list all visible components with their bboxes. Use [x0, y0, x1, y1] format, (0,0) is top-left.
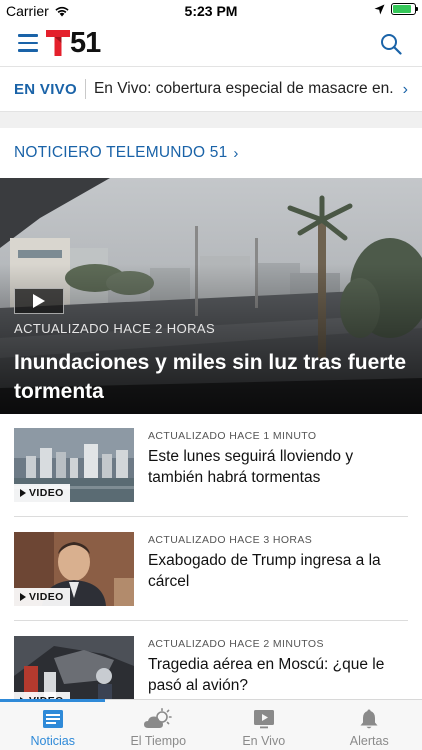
- list-item[interactable]: VIDEO ACTUALIZADO HACE 1 MINUTO Este lun…: [0, 414, 422, 518]
- play-icon: [33, 294, 45, 308]
- status-right: [374, 3, 418, 15]
- chevron-right-icon: ›: [233, 144, 239, 162]
- tab-alertas[interactable]: Alertas: [317, 700, 422, 750]
- tab-noticias[interactable]: Noticias: [0, 700, 106, 750]
- tab-label: El Tiempo: [130, 734, 187, 748]
- article-thumbnail: VIDEO: [14, 532, 134, 606]
- logo-number: 51: [70, 27, 101, 59]
- article-meta: ACTUALIZADO HACE 1 MINUTO: [148, 430, 317, 442]
- live-tag: EN VIVO: [14, 80, 77, 98]
- divider: [14, 516, 408, 517]
- section-title: NOTICIERO TELEMUNDO 51: [14, 144, 228, 161]
- section-header-noticiero[interactable]: NOTICIERO TELEMUNDO 51 ›: [14, 128, 408, 178]
- hero-meta: ACTUALIZADO HACE 2 HORAS: [14, 321, 216, 336]
- bell-icon: [359, 708, 379, 730]
- live-headline: En Vivo: cobertura especial de masacre e…: [93, 80, 394, 97]
- chevron-right-icon: ›: [402, 81, 408, 98]
- article-title: Este lunes seguirá lloviendo y también h…: [148, 448, 354, 486]
- search-icon[interactable]: [380, 33, 402, 55]
- battery-fill: [393, 5, 411, 13]
- location-arrow-icon: [374, 4, 385, 14]
- hero-story[interactable]: ACTUALIZADO HACE 2 HORAS Inundaciones y …: [0, 178, 422, 414]
- active-tab-indicator: [0, 699, 105, 702]
- article-meta: ACTUALIZADO HACE 3 HORAS: [148, 534, 313, 546]
- play-button[interactable]: [14, 288, 64, 314]
- hero-title: Inundaciones y miles sin luz tras fuerte…: [14, 351, 407, 403]
- tab-label: Noticias: [30, 734, 75, 748]
- status-bar: Carrier 5:23 PM: [0, 0, 422, 22]
- article-thumbnail: VIDEO: [14, 428, 134, 502]
- weather-icon: [143, 708, 173, 730]
- play-icon: [20, 593, 26, 601]
- video-label: VIDEO: [29, 591, 64, 603]
- status-time: 5:23 PM: [184, 3, 238, 19]
- app-header: 51: [0, 22, 422, 66]
- tab-label: En Vivo: [242, 734, 286, 748]
- article-title: Tragedia aérea en Moscú: ¿que le pasó al…: [148, 656, 385, 694]
- article-title: Exabogado de Trump ingresa a la cárcel: [148, 552, 381, 590]
- video-badge: VIDEO: [14, 588, 70, 606]
- tab-el-tiempo[interactable]: El Tiempo: [106, 700, 212, 750]
- live-separator: [84, 79, 86, 99]
- telemundo-logo[interactable]: 51: [44, 26, 101, 59]
- menu-icon[interactable]: [18, 34, 38, 52]
- section-gap: [0, 112, 422, 128]
- tab-label: Alertas: [349, 734, 389, 748]
- tab-bar: Noticias El Tiempo En Vivo Alertas: [0, 699, 422, 750]
- telemundo-t-icon: [46, 30, 70, 56]
- tab-en-vivo[interactable]: En Vivo: [211, 700, 317, 750]
- video-label: VIDEO: [29, 487, 64, 499]
- video-badge: VIDEO: [14, 484, 70, 502]
- news-icon: [42, 708, 64, 730]
- live-banner[interactable]: EN VIVO En Vivo: cobertura especial de m…: [0, 66, 422, 112]
- article-meta: ACTUALIZADO HACE 2 MINUTOS: [148, 638, 324, 650]
- battery-icon: [391, 3, 418, 15]
- list-item[interactable]: VIDEO ACTUALIZADO HACE 3 HORAS Exabogado…: [0, 518, 422, 622]
- play-icon: [20, 489, 26, 497]
- divider: [14, 620, 408, 621]
- live-tv-icon: [253, 708, 275, 730]
